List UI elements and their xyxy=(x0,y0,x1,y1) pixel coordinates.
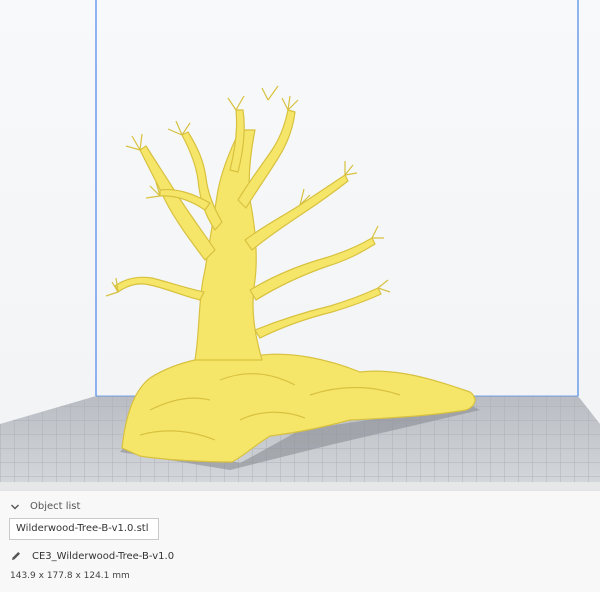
object-list-label: Object list xyxy=(30,501,81,512)
job-name-row: CE3_Wilderwood-Tree-B-v1.0 xyxy=(10,550,174,562)
model-dimensions: 143.9 x 177.8 x 124.1 mm xyxy=(10,571,130,581)
object-panel: Object list Wilderwood-Tree-B-v1.0.stl C… xyxy=(0,490,600,592)
tree-model xyxy=(105,85,476,463)
build-volume-scene xyxy=(0,0,600,490)
3d-viewport[interactable] xyxy=(0,0,600,490)
chevron-down-icon[interactable] xyxy=(10,502,20,512)
job-name[interactable]: CE3_Wilderwood-Tree-B-v1.0 xyxy=(32,551,174,562)
pencil-icon[interactable] xyxy=(10,550,22,562)
object-list-file-item[interactable]: Wilderwood-Tree-B-v1.0.stl xyxy=(9,518,159,540)
object-list-header[interactable]: Object list xyxy=(10,501,80,512)
